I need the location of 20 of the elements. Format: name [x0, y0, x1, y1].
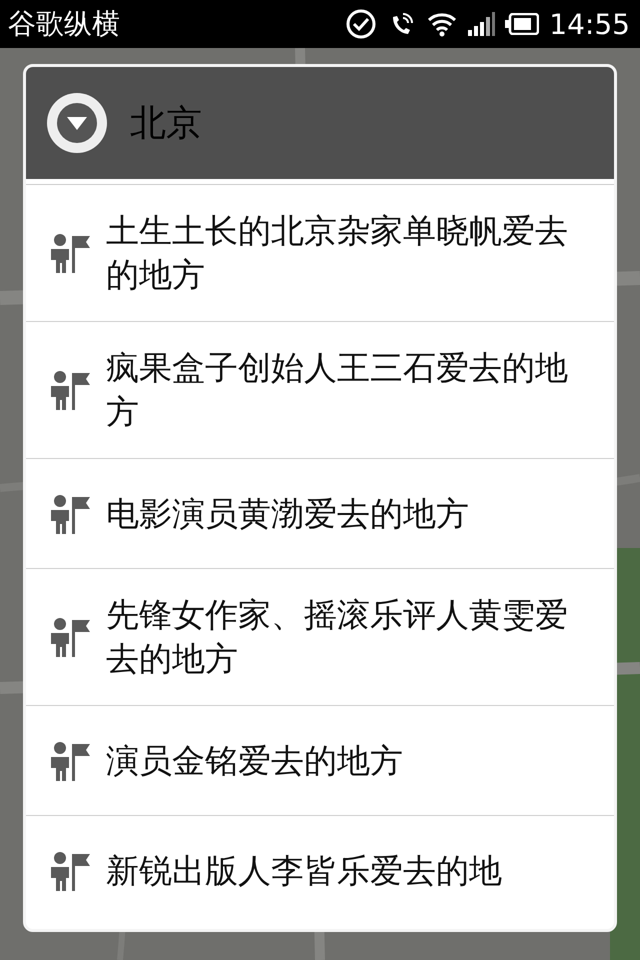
place-list-item[interactable]: 土生土长的北京杂家单晓帆爱去的地方 [26, 185, 614, 322]
clock-time: 14:55 [549, 8, 630, 40]
battery-icon [505, 13, 540, 35]
wifi-icon [427, 11, 458, 37]
person-flag-icon [48, 616, 92, 658]
person-flag-icon [48, 369, 92, 411]
person-flag-icon [48, 492, 92, 534]
place-list-item[interactable]: 新锐出版人李皆乐爱去的地 [26, 816, 614, 926]
dialog-title: 北京 [130, 102, 202, 146]
dropdown-icon[interactable] [46, 92, 108, 154]
person-flag-icon [48, 232, 92, 274]
place-list-item[interactable]: 先锋女作家、摇滚乐评人黄雯爱去的地方 [26, 569, 614, 706]
place-list-item[interactable]: 疯果盒子创始人王三石爱去的地方 [26, 322, 614, 459]
person-flag-icon [48, 850, 92, 892]
check-circle-icon [345, 8, 378, 40]
app-name: 谷歌纵横 [8, 6, 120, 42]
place-list-item[interactable]: 演员金铭爱去的地方 [26, 706, 614, 816]
person-flag-icon [48, 740, 92, 782]
place-list-item[interactable]: 电影演员黄渤爱去的地方 [26, 459, 614, 569]
signal-icon [467, 11, 496, 37]
